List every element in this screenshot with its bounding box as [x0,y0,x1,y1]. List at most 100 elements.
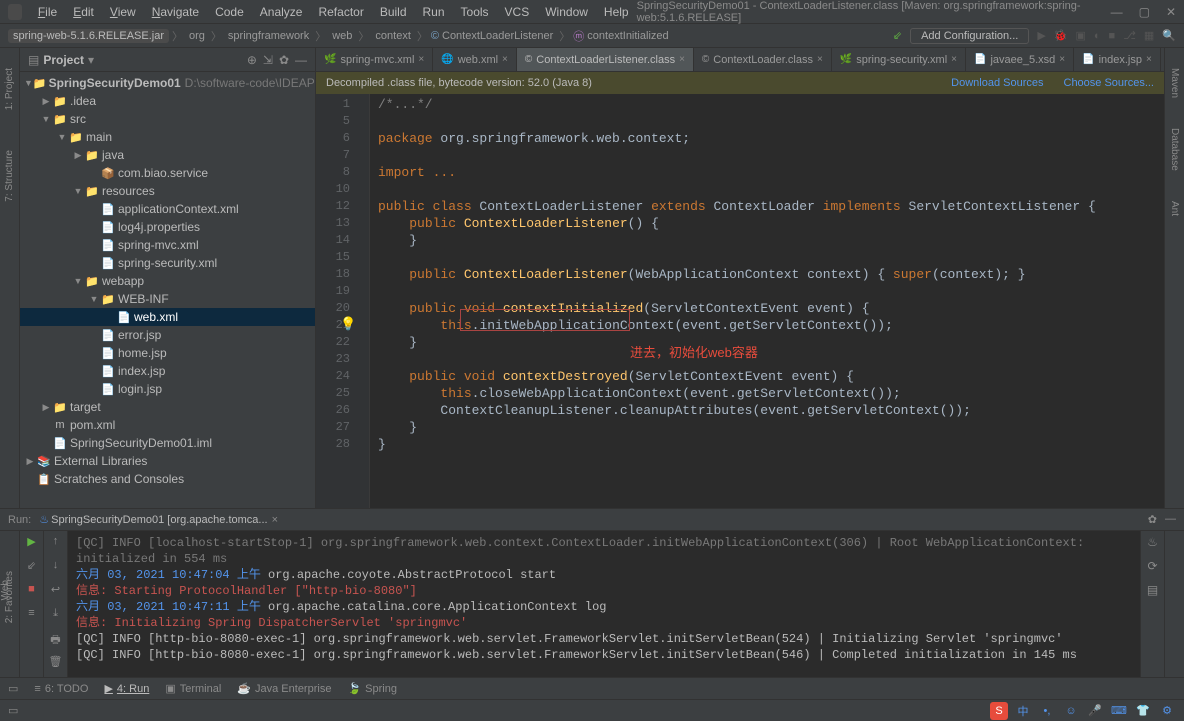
code-editor[interactable]: /*...*/ package org.springframework.web.… [370,94,1164,508]
tree-item[interactable]: mpom.xml [20,416,315,434]
tree-item[interactable]: 📄error.jsp [20,326,315,344]
add-configuration-button[interactable]: Add Configuration... [910,28,1029,44]
breadcrumb-jar[interactable]: spring-web-5.1.6.RELEASE.jar [8,29,169,43]
tree-item[interactable]: ▶📁target [20,398,315,416]
deploy-icon[interactable]: ⟳ [1147,559,1157,573]
vcs-icon[interactable]: ⎇ [1123,29,1136,42]
editor-tab[interactable]: 🌿spring-security.xml× [832,48,966,72]
profile-icon[interactable]: ◐ [1094,30,1101,42]
tree-item[interactable]: ▶📁.idea [20,92,315,110]
tree-root[interactable]: ▼📁 SpringSecurityDemo01 D:\software-code… [20,74,315,92]
editor-tab[interactable]: 🌐web.xml× [433,48,517,72]
print-button[interactable]: 🖶 [48,631,64,647]
up-button[interactable]: ↑ [48,535,64,551]
tree-item[interactable]: ▼📁webapp [20,272,315,290]
maximize-icon[interactable]: ▢ [1139,5,1150,19]
down-button[interactable]: ↓ [48,559,64,575]
tool-web[interactable]: Web [0,580,11,600]
tab-spring[interactable]: 🍃 Spring [347,682,397,695]
debug-icon[interactable]: 🐞 [1054,29,1068,42]
tree-item[interactable]: 📄SpringSecurityDemo01.iml [20,434,315,452]
crumb-pkg[interactable]: springframework [228,30,309,42]
run-config-tab[interactable]: SpringSecurityDemo01 [org.apache.tomca..… [51,514,267,526]
tree-item[interactable]: 📋Scratches and Consoles [20,470,315,488]
tab-run[interactable]: ▶ 4: Run [104,682,149,695]
status-icon-2[interactable]: •, [1038,702,1056,720]
tool-ant[interactable]: Ant [1169,201,1180,216]
select-opened-icon[interactable]: ⊕ [247,53,257,67]
dump-button[interactable]: ≡ [24,607,40,623]
status-menu-icon[interactable]: ▭ [8,704,18,717]
tree-item[interactable]: ▼📁resources [20,182,315,200]
wrap-button[interactable]: ↩ [48,583,64,599]
build-icon[interactable]: ⇙ [893,29,902,42]
menu-refactor[interactable]: Refactor [310,3,371,21]
menu-analyze[interactable]: Analyze [252,3,311,21]
status-icon-6[interactable]: 👕 [1134,702,1152,720]
output-icon[interactable]: ▤ [1147,583,1158,597]
tree-item[interactable]: 📄spring-mvc.xml [20,236,315,254]
status-icon-3[interactable]: ☺ [1062,702,1080,720]
run-hide-icon[interactable]: — [1165,513,1176,526]
scroll-button[interactable]: ⤓ [48,607,64,623]
run-icon[interactable]: ▶ [1037,29,1045,42]
menu-navigate[interactable]: Navigate [144,3,207,21]
tree-item[interactable]: 📄index.jsp [20,362,315,380]
tab-todo[interactable]: ≡ 6: TODO [34,683,88,695]
coverage-icon[interactable]: ▣ [1075,29,1085,42]
crumb-method[interactable]: contextInitialized [587,30,668,42]
bulb-icon[interactable]: 💡 [340,316,356,333]
menu-file[interactable]: FFileile [30,3,65,21]
tree-item[interactable]: 📄home.jsp [20,344,315,362]
crumb-context[interactable]: context [375,30,410,42]
status-icon-4[interactable]: 🎤 [1086,702,1104,720]
layout-icon[interactable]: ▦ [1144,29,1154,42]
menu-run[interactable]: Run [415,3,453,21]
crumb-web[interactable]: web [332,30,352,42]
tab-terminal[interactable]: ▣ Terminal [165,682,221,695]
clear-button[interactable]: 🗑 [48,655,64,671]
editor-tab[interactable]: 📄index.jsp× [1074,48,1161,72]
menu-build[interactable]: Build [372,3,415,21]
menu-code[interactable]: Code [207,3,252,21]
crumb-class[interactable]: ContextLoaderListener [442,30,553,42]
hide-icon[interactable]: — [295,53,307,67]
run-settings-icon[interactable]: ✿ [1148,513,1157,526]
tool-database[interactable]: Database [1169,128,1180,171]
tool-structure[interactable]: 7: Structure [4,150,15,202]
editor-tab[interactable]: ©ContextLoader.class× [694,48,832,72]
tree-item[interactable]: ▼📁src [20,110,315,128]
menu-help[interactable]: Help [596,3,637,21]
tab-javaee[interactable]: ☕ Java Enterprise [237,682,331,695]
editor-tab[interactable]: ©ContextLoaderListener.class× [517,48,694,72]
tree-item[interactable]: 📄applicationContext.xml [20,200,315,218]
ime-icon[interactable]: S [990,702,1008,720]
stop-icon[interactable]: ■ [1109,30,1116,42]
build-button[interactable]: ⇙ [24,559,40,575]
tool-project[interactable]: 1: Project [4,68,15,110]
menu-tools[interactable]: Tools [453,3,497,21]
tree-item[interactable]: 📄web.xml [20,308,315,326]
stop-button[interactable]: ■ [24,583,40,599]
crumb-org[interactable]: org [189,30,205,42]
rerun-button[interactable]: ▶ [24,535,40,551]
project-expand-icon[interactable]: ▤ [28,53,39,67]
menu-edit[interactable]: Edit [65,3,102,21]
menu-window[interactable]: Window [537,3,596,21]
tree-item[interactable]: 📄spring-security.xml [20,254,315,272]
console-output[interactable]: [QC] INFO [localhost-startStop-1] org.sp… [68,531,1140,677]
settings-icon[interactable]: ✿ [279,53,289,67]
status-icon-5[interactable]: ⌨ [1110,702,1128,720]
tool-maven[interactable]: Maven [1169,68,1180,98]
tree-item[interactable]: ▶📁java [20,146,315,164]
editor-tab[interactable]: 🌿spring-mvc.xml× [316,48,433,72]
status-icon-7[interactable]: ⚙ [1158,702,1176,720]
tomcat-icon[interactable]: ♨ [1147,535,1158,549]
editor-tab[interactable]: 📄javaee_5.xsd× [966,48,1074,72]
search-icon[interactable]: 🔍 [1162,29,1176,42]
tree-item[interactable]: 📄login.jsp [20,380,315,398]
code-area[interactable]: 1567810121314151819202122232425262728 /*… [316,94,1164,508]
status-icon-1[interactable]: 中 [1014,702,1032,720]
menu-view[interactable]: View [102,3,144,21]
tree-item[interactable]: ▼📁WEB-INF [20,290,315,308]
